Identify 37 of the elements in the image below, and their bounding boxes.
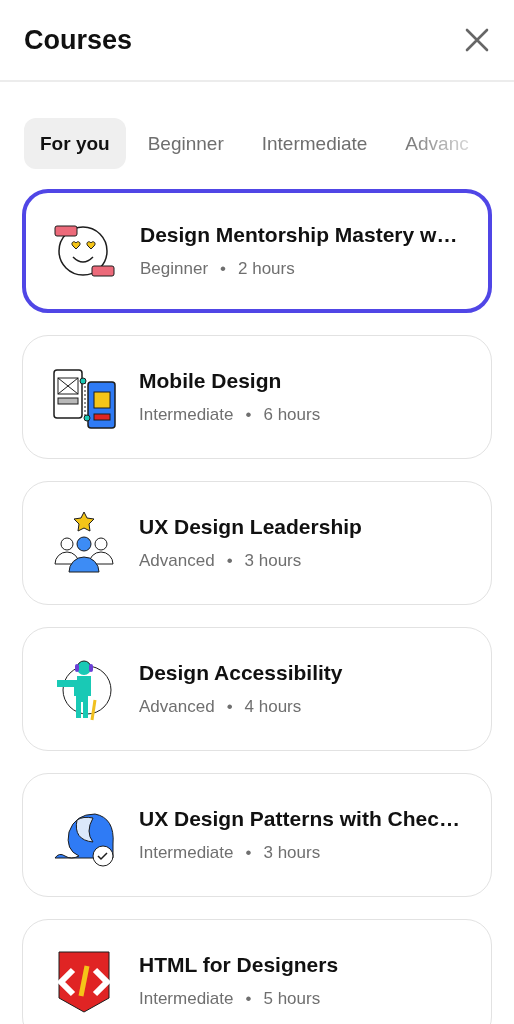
course-card[interactable]: Design Accessibility Advanced • 4 hours <box>22 627 492 751</box>
separator-dot: • <box>245 989 252 1009</box>
course-title: UX Design Leadership <box>139 515 362 539</box>
course-level: Beginner <box>140 259 209 279</box>
close-icon <box>464 27 490 53</box>
course-title: Design Accessibility <box>139 661 343 685</box>
separator-dot: • <box>220 259 226 279</box>
course-duration: 3 hours <box>263 843 321 863</box>
course-title: UX Design Patterns with Chec… <box>139 807 460 831</box>
course-title: Mobile Design <box>139 369 283 393</box>
course-card[interactable]: UX Design Patterns with Chec… Intermediate • 3 hours <box>22 773 492 897</box>
course-level: Advanced <box>139 551 215 571</box>
separator-dot: • <box>245 843 252 863</box>
separator-dot: • <box>226 697 233 717</box>
team-leader-icon <box>51 510 117 576</box>
course-card[interactable]: HTML for Designers Intermediate • 5 hours <box>22 919 492 1024</box>
course-level: Intermediate <box>139 989 234 1009</box>
course-title: HTML for Designers <box>139 953 339 977</box>
filter-tab[interactable]: Intermediate <box>245 118 384 169</box>
page-title: Courses <box>24 24 133 56</box>
separator-dot: • <box>226 551 233 571</box>
course-card[interactable]: UX Design Leadership Advanced • 3 hours <box>22 481 492 605</box>
course-duration: 4 hours <box>244 697 302 717</box>
course-duration: 2 hours <box>238 259 295 279</box>
course-level: Intermediate <box>139 843 234 863</box>
course-card[interactable]: Design Mentorship Mastery w… Beginner • 2 hours <box>22 189 492 313</box>
course-level: Advanced <box>139 697 215 717</box>
course-duration: 5 hours <box>263 989 321 1009</box>
filter-tab[interactable]: Beginner <box>131 118 240 169</box>
course-title: Design Mentorship Mastery w… <box>140 223 458 247</box>
course-duration: 6 hours <box>263 405 321 425</box>
course-duration: 3 hours <box>244 551 302 571</box>
course-card[interactable]: Mobile Design Intermediate • 6 hours <box>22 335 492 459</box>
close-button[interactable] <box>464 27 490 53</box>
filter-tab[interactable]: For you <box>24 118 126 169</box>
separator-dot: • <box>245 405 252 425</box>
course-level: Intermediate <box>139 405 234 425</box>
